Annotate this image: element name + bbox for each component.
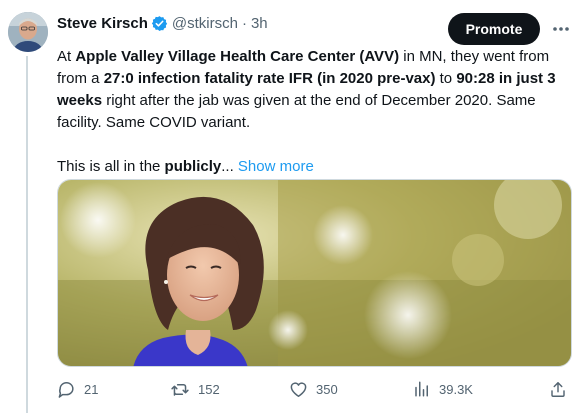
tweet-image[interactable]: [57, 179, 572, 367]
avatar-image: [8, 12, 48, 52]
author-name[interactable]: Steve Kirsch: [57, 15, 148, 32]
reply-action[interactable]: 21: [57, 378, 98, 400]
photo-woman-smiling-image: [58, 180, 571, 366]
tweet-header: Steve Kirsch @stkirsch · 3h: [57, 12, 268, 34]
tweet-text: At Apple Valley Village Health Care Cent…: [57, 46, 572, 178]
retweet-icon[interactable]: [170, 380, 190, 399]
text-segment: right after the jab was given at the end…: [57, 92, 536, 131]
promote-button[interactable]: Promote: [448, 13, 540, 45]
views-bar-chart-icon[interactable]: [413, 380, 431, 398]
tweet-paragraph-1: At Apple Valley Village Health Care Cent…: [57, 46, 572, 134]
ellipsis: ...: [221, 158, 234, 175]
avatar[interactable]: [8, 12, 48, 52]
tweet-paragraph-2: This is all in the publicly... Show more: [57, 156, 572, 178]
share-action[interactable]: [549, 378, 567, 400]
header-separator: ·: [241, 14, 247, 32]
text-segment: At: [57, 48, 76, 65]
retweet-count: 152: [198, 381, 220, 397]
reply-count: 21: [84, 381, 99, 397]
paragraph-2-text: This is all in the: [57, 158, 165, 175]
author-handle[interactable]: @stkirsch: [172, 15, 238, 32]
bold-text-segment: 27:0 infection fatality rate IFR (in 202…: [103, 70, 436, 87]
more-options-icon[interactable]: [548, 16, 574, 42]
like-action[interactable]: 350: [289, 378, 338, 400]
share-icon[interactable]: [549, 380, 567, 399]
retweet-action[interactable]: 152: [170, 378, 220, 400]
tweet-timestamp[interactable]: 3h: [251, 15, 268, 32]
text-segment: to: [435, 70, 457, 87]
views-count: 39.3K: [439, 381, 473, 397]
show-more-link[interactable]: Show more: [238, 158, 314, 175]
tweet: Steve Kirsch @stkirsch · 3h Promote At A…: [0, 0, 582, 413]
thread-line: [26, 56, 28, 413]
verified-badge-icon[interactable]: [151, 15, 168, 32]
views-action[interactable]: 39.3K: [413, 378, 473, 400]
paragraph-2-bold: publicly: [164, 158, 222, 175]
tweet-actions: 21 152 350 39.3K: [57, 378, 572, 400]
reply-icon[interactable]: [57, 380, 76, 399]
heart-icon[interactable]: [289, 380, 308, 399]
like-count: 350: [316, 381, 338, 397]
bold-text-segment: Apple Valley Village Health Care Center …: [75, 48, 400, 65]
